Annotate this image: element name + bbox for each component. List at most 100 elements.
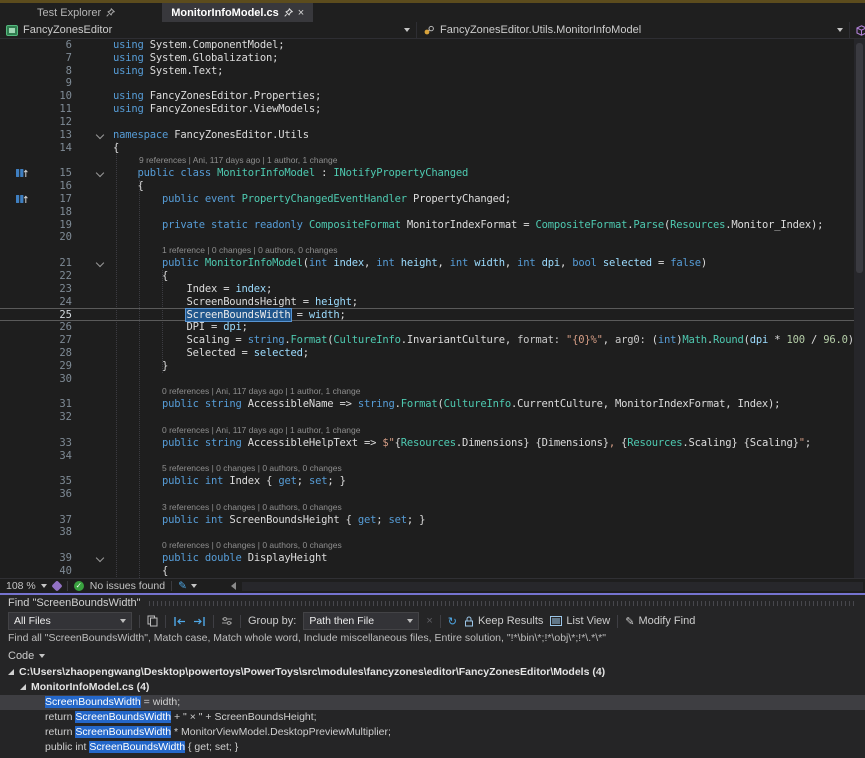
code-line[interactable]: 28 Selected = selected; [0, 347, 865, 360]
intellicode-icon[interactable] [51, 580, 62, 591]
list-view-toggle[interactable]: List View [550, 615, 610, 627]
line-number[interactable]: 11 [0, 103, 72, 116]
line-number[interactable]: 39 [0, 552, 72, 565]
code-line[interactable]: 13namespace FancyZonesEditor.Utils [0, 129, 865, 142]
line-number[interactable]: 10 [0, 90, 72, 103]
code-line[interactable]: 39 public double DisplayHeight [0, 552, 865, 565]
scroll-left-arrow-icon[interactable] [231, 582, 236, 590]
next-location-icon[interactable] [193, 616, 206, 627]
refresh-icon[interactable]: ↻ [448, 615, 457, 628]
result-match-row[interactable]: return ScreenBoundsWidth + " × " + Scree… [0, 710, 865, 725]
find-panel-header[interactable]: Find "ScreenBoundsWidth" [0, 595, 865, 610]
horizontal-scrollbar[interactable] [242, 582, 863, 591]
line-number[interactable]: 40 [0, 565, 72, 578]
code-line[interactable]: 30 [0, 373, 865, 386]
expander-icon[interactable] [20, 684, 26, 690]
codelens-row[interactable]: 0 references | 0 changes | 0 authors, 0 … [0, 539, 865, 552]
vertical-scrollbar[interactable] [854, 39, 865, 578]
line-number[interactable]: 33 [0, 437, 72, 450]
keep-results-toggle[interactable]: Keep Results [464, 615, 543, 627]
line-number[interactable]: 36 [0, 488, 72, 501]
line-number[interactable]: 26 [0, 321, 72, 334]
line-number[interactable]: 8 [0, 65, 72, 78]
code-line[interactable]: 15 public class MonitorInfoModel : INoti… [0, 167, 865, 180]
tab-monitorinfomodel[interactable]: MonitorInfoModel.cs × [162, 3, 313, 22]
panel-drag-grip[interactable] [149, 601, 857, 606]
code-line[interactable]: 9 [0, 77, 865, 90]
code-line[interactable]: 36 [0, 488, 865, 501]
result-match-row[interactable]: public int ScreenBoundsWidth { get; set;… [0, 740, 865, 755]
type-dropdown[interactable]: FancyZonesEditor.Utils.MonitorInfoModel [416, 22, 849, 38]
line-number[interactable]: 13 [0, 129, 72, 142]
codelens-row[interactable]: 0 references | Ani, 117 days ago | 1 aut… [0, 424, 865, 437]
code-line[interactable]: 29 } [0, 360, 865, 373]
code-line[interactable]: 27 Scaling = string.Format(CultureInfo.I… [0, 334, 865, 347]
line-number[interactable]: 23 [0, 283, 72, 296]
line-number[interactable]: 9 [0, 77, 72, 90]
code-line[interactable]: 38 [0, 526, 865, 539]
code-editor[interactable]: 6using System.ComponentModel;7using Syst… [0, 39, 865, 578]
line-number[interactable]: 21 [0, 257, 72, 270]
line-number[interactable]: 32 [0, 411, 72, 424]
code-line[interactable]: 8using System.Text; [0, 65, 865, 78]
line-number[interactable]: 14 [0, 142, 72, 155]
line-number[interactable]: 37 [0, 514, 72, 527]
pin-icon[interactable] [106, 8, 115, 18]
codelens-text[interactable]: 5 references | 0 changes | 0 authors, 0 … [113, 463, 342, 473]
settings-icon[interactable] [221, 616, 233, 626]
scrollbar-thumb[interactable] [856, 43, 863, 273]
code-line[interactable]: 17 public event PropertyChangedEventHand… [0, 193, 865, 206]
code-line[interactable]: 16 { [0, 180, 865, 193]
code-line[interactable]: 26 DPI = dpi; [0, 321, 865, 334]
code-line[interactable]: 21 public MonitorInfoModel(int index, in… [0, 257, 865, 270]
codelens-row[interactable]: 5 references | 0 changes | 0 authors, 0 … [0, 462, 865, 475]
scope-dropdown[interactable]: All Files [8, 612, 132, 630]
code-line[interactable]: 32 [0, 411, 865, 424]
code-line[interactable]: 18 [0, 206, 865, 219]
code-line[interactable]: 40 { [0, 565, 865, 578]
copy-icon[interactable] [147, 615, 158, 627]
codelens-row[interactable]: 1 reference | 0 changes | 0 authors, 0 c… [0, 244, 865, 257]
line-number[interactable]: 38 [0, 526, 72, 539]
codelens-row[interactable]: 0 references | Ani, 117 days ago | 1 aut… [0, 385, 865, 398]
code-line[interactable]: 20 [0, 231, 865, 244]
line-number[interactable]: 31 [0, 398, 72, 411]
code-line[interactable]: 10using FancyZonesEditor.Properties; [0, 90, 865, 103]
result-match-row[interactable]: return ScreenBoundsWidth * MonitorViewMo… [0, 725, 865, 740]
codelens-row[interactable]: 9 references | Ani, 117 days ago | 1 aut… [0, 154, 865, 167]
tab-test-explorer[interactable]: Test Explorer [28, 3, 124, 22]
code-line[interactable]: 7using System.Globalization; [0, 52, 865, 65]
fold-chevron-icon[interactable] [96, 554, 104, 562]
fold-chevron-icon[interactable] [96, 169, 104, 177]
result-match-row[interactable]: ScreenBoundsWidth = width; [0, 695, 865, 710]
line-number[interactable]: 24 [0, 296, 72, 309]
modify-find-button[interactable]: ✎ Modify Find [625, 615, 695, 628]
expander-icon[interactable] [8, 669, 14, 675]
result-file-row[interactable]: MonitorInfoModel.cs (4) [0, 680, 865, 695]
code-line[interactable]: 14{ [0, 142, 865, 155]
line-number[interactable]: 7 [0, 52, 72, 65]
line-number[interactable]: 17 [0, 193, 72, 206]
group-by-dropdown[interactable]: Path then File [303, 612, 419, 630]
code-line[interactable]: 24 ScreenBoundsHeight = height; [0, 296, 865, 309]
code-line[interactable]: 19 private static readonly CompositeForm… [0, 219, 865, 232]
line-number[interactable]: 19 [0, 219, 72, 232]
line-number[interactable]: 30 [0, 373, 72, 386]
code-cleanup-button[interactable]: ✎ [178, 580, 197, 592]
code-line[interactable]: 11using FancyZonesEditor.ViewModels; [0, 103, 865, 116]
pin-icon[interactable] [284, 8, 293, 18]
member-dropdown[interactable]: Mo [849, 22, 865, 38]
line-number[interactable]: 35 [0, 475, 72, 488]
code-line[interactable]: 37 public int ScreenBoundsHeight { get; … [0, 514, 865, 527]
line-number[interactable]: 6 [0, 39, 72, 52]
codelens-text[interactable]: 1 reference | 0 changes | 0 authors, 0 c… [113, 245, 337, 255]
code-line[interactable]: 33 public string AccessibleHelpText => $… [0, 437, 865, 450]
codelens-text[interactable]: 0 references | Ani, 117 days ago | 1 aut… [113, 425, 360, 435]
codelens-text[interactable]: 3 references | 0 changes | 0 authors, 0 … [113, 502, 342, 512]
project-dropdown[interactable]: FancyZonesEditor [0, 22, 416, 38]
code-line[interactable]: 6using System.ComponentModel; [0, 39, 865, 52]
line-number[interactable]: 29 [0, 360, 72, 373]
line-number[interactable]: 34 [0, 450, 72, 463]
codelens-text[interactable]: 0 references | 0 changes | 0 authors, 0 … [113, 540, 342, 550]
codelens-row[interactable]: 3 references | 0 changes | 0 authors, 0 … [0, 501, 865, 514]
